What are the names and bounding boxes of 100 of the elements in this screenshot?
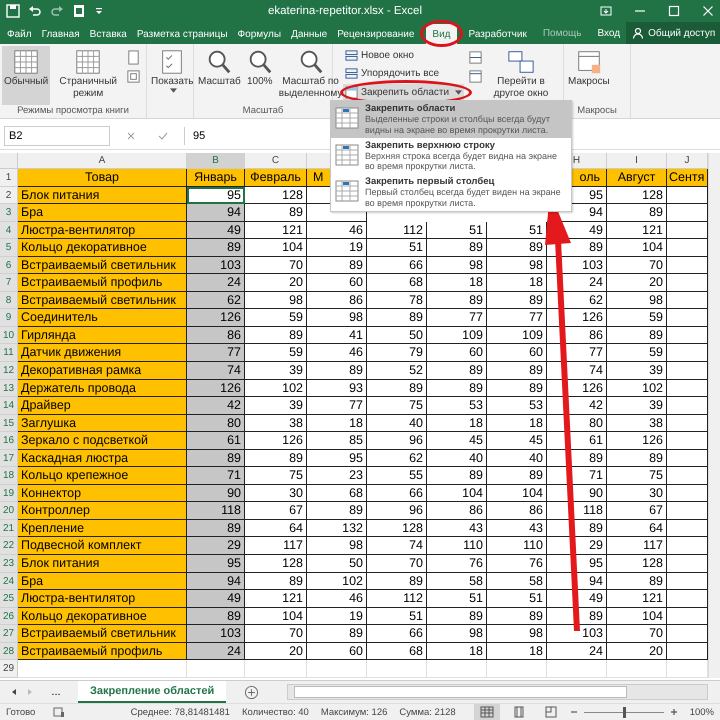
window-command[interactable]: Новое окно [343,47,467,64]
table-cell: 68 [367,274,427,292]
empty-cell [607,660,667,678]
sign-in-link[interactable]: Вход [591,28,626,44]
table-cell: 103 [547,625,607,643]
zoom-slider[interactable] [622,706,626,718]
row-number: 17 [0,450,18,468]
menu-item[interactable]: Закрепить области Выделенные строки и столбцы всегда будут видны на экране во время прокрутки листа. [331,101,571,138]
table-cell: 60 [427,344,487,362]
menu-item-description: Выделенные строки и столбцы всегда будут видны на экране во время прокрутки листа. [365,114,551,136]
ribbon-tab[interactable]: Формулы [232,24,286,44]
table-cell: 96 [367,502,427,520]
empty-cell [427,660,487,678]
cancel-icon[interactable] [126,131,136,141]
add-sheet-icon[interactable] [244,684,260,700]
ribbon-tab[interactable]: Вставка [84,24,132,44]
zoom-button[interactable]: Масштаб [196,46,243,105]
table-cell: 77 [427,309,487,327]
table-cell: 60 [307,274,367,292]
status-stat: Среднее: 78,81481481 [130,706,230,718]
zoom-button[interactable]: 100% [244,46,276,105]
table-cell: 66 [367,484,427,502]
save-icon[interactable] [6,4,20,18]
table-cell: Блок питания [18,186,187,204]
table-cell: Блок питания [18,555,187,573]
show-button[interactable]: Показать [149,46,196,118]
table-cell: Встраиваемый светильник [18,625,187,643]
more-sheets[interactable]: ... [42,686,70,698]
table-cell: 58 [487,572,547,590]
table-cell: 19 [307,239,367,257]
column-header[interactable]: A [18,153,187,169]
window-command[interactable]: Упорядочить все [343,65,467,82]
row-number: 15 [0,414,18,432]
column-header[interactable]: C [245,153,307,169]
table-cell: 85 [307,432,367,450]
close-icon[interactable] [702,5,714,17]
status-text: Готово [6,706,36,718]
page-icon[interactable] [126,50,142,65]
name-box[interactable]: B2 [4,126,110,146]
ribbon-tab[interactable]: Вид [426,24,457,44]
redo-icon[interactable] [50,4,64,18]
table-cell: 79 [367,344,427,362]
header-cell: Сентя [667,169,708,187]
ribbon-tab[interactable]: Файл [2,24,37,44]
table-cell: 70 [245,256,307,274]
table-cell: 51 [367,239,427,257]
table-cell: 68 [367,642,427,660]
table-cell: 89 [487,467,547,485]
table-cell: 19 [307,608,367,626]
table-cell: 49 [547,590,607,608]
table-cell: 46 [307,344,367,362]
check-icon[interactable] [158,131,168,141]
person-icon [632,27,644,39]
page-icon[interactable] [126,69,142,84]
table-cell: 53 [487,397,547,415]
document-icon[interactable] [72,4,86,18]
table-cell: 71 [187,467,245,485]
table-cell: 89 [427,608,487,626]
table-cell: 51 [427,590,487,608]
ribbon-options-icon[interactable] [600,5,612,17]
zoom-in-icon[interactable] [670,708,678,716]
table-cell: 75 [245,467,307,485]
table-cell: Встраиваемый светильник [18,256,187,274]
table-cell: 75 [367,397,427,415]
zoom-level[interactable]: 100% [690,706,714,718]
table-cell: Заглушка [18,414,187,432]
horizontal-scrollbar[interactable] [287,684,708,700]
table-cell: 89 [187,239,245,257]
column-header[interactable]: I [607,153,667,169]
sheet-tab[interactable]: Закрепление областей [78,681,226,703]
table-cell: 60 [307,642,367,660]
customize-icon[interactable] [94,6,104,16]
share-button[interactable]: Общий доступ [626,22,720,44]
table-cell: 51 [427,222,487,240]
table-cell: 102 [607,380,667,398]
view-mode-button[interactable]: Обычный [2,46,50,105]
ribbon-tab[interactable]: Главная [36,24,85,44]
column-header[interactable]: J [667,153,708,169]
macro-record-icon[interactable] [53,706,66,718]
table-cell: 121 [245,590,307,608]
normal-view-icon[interactable] [474,704,500,720]
view-mode-button[interactable]: Страничный режим [51,46,126,105]
ribbon-tab[interactable]: Разметка страницы [132,24,233,44]
window-split-icon[interactable] [468,50,483,65]
maximize-icon[interactable] [668,5,680,17]
header-cell: Август [607,169,667,187]
undo-icon[interactable] [28,4,42,18]
column-header[interactable]: B [187,153,245,169]
ribbon-tab[interactable]: Рецензирование [332,24,420,44]
ribbon-tab[interactable]: Разработчик [464,24,532,44]
table-cell: 98 [607,292,667,310]
status-stat: Сумма: 2128 [399,706,456,718]
scroll-left-icon[interactable] [10,688,18,696]
table-cell: 20 [607,642,667,660]
ribbon-tab[interactable]: Данные [286,24,332,44]
vertical-scrollbar[interactable] [708,153,720,678]
table-cell: 61 [187,432,245,450]
window-split-icon[interactable] [468,69,483,84]
table-cell: 70 [367,555,427,573]
table-cell: 89 [427,467,487,485]
